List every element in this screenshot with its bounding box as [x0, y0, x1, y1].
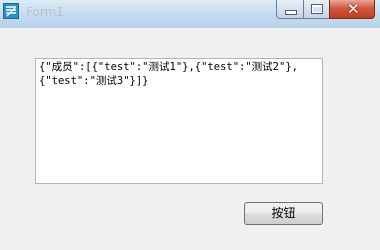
window-title: Form1 — [26, 5, 64, 19]
close-button[interactable]: ✕ — [329, 0, 375, 19]
app-window: Form1 ✕ {"成员":[{"test":"测试1"},{"test":"测… — [0, 0, 380, 250]
close-icon: ✕ — [347, 0, 360, 18]
minimize-button[interactable] — [276, 0, 303, 19]
maximize-icon — [311, 4, 323, 14]
app-icon[interactable] — [3, 3, 19, 19]
minimize-icon — [285, 10, 297, 15]
maximize-button[interactable] — [303, 0, 329, 19]
title-bar[interactable]: Form1 ✕ — [0, 0, 380, 28]
action-button[interactable]: 按钮 — [244, 202, 323, 225]
json-textarea[interactable]: {"成员":[{"test":"测试1"},{"test":"测试2"}, {"… — [35, 58, 323, 184]
